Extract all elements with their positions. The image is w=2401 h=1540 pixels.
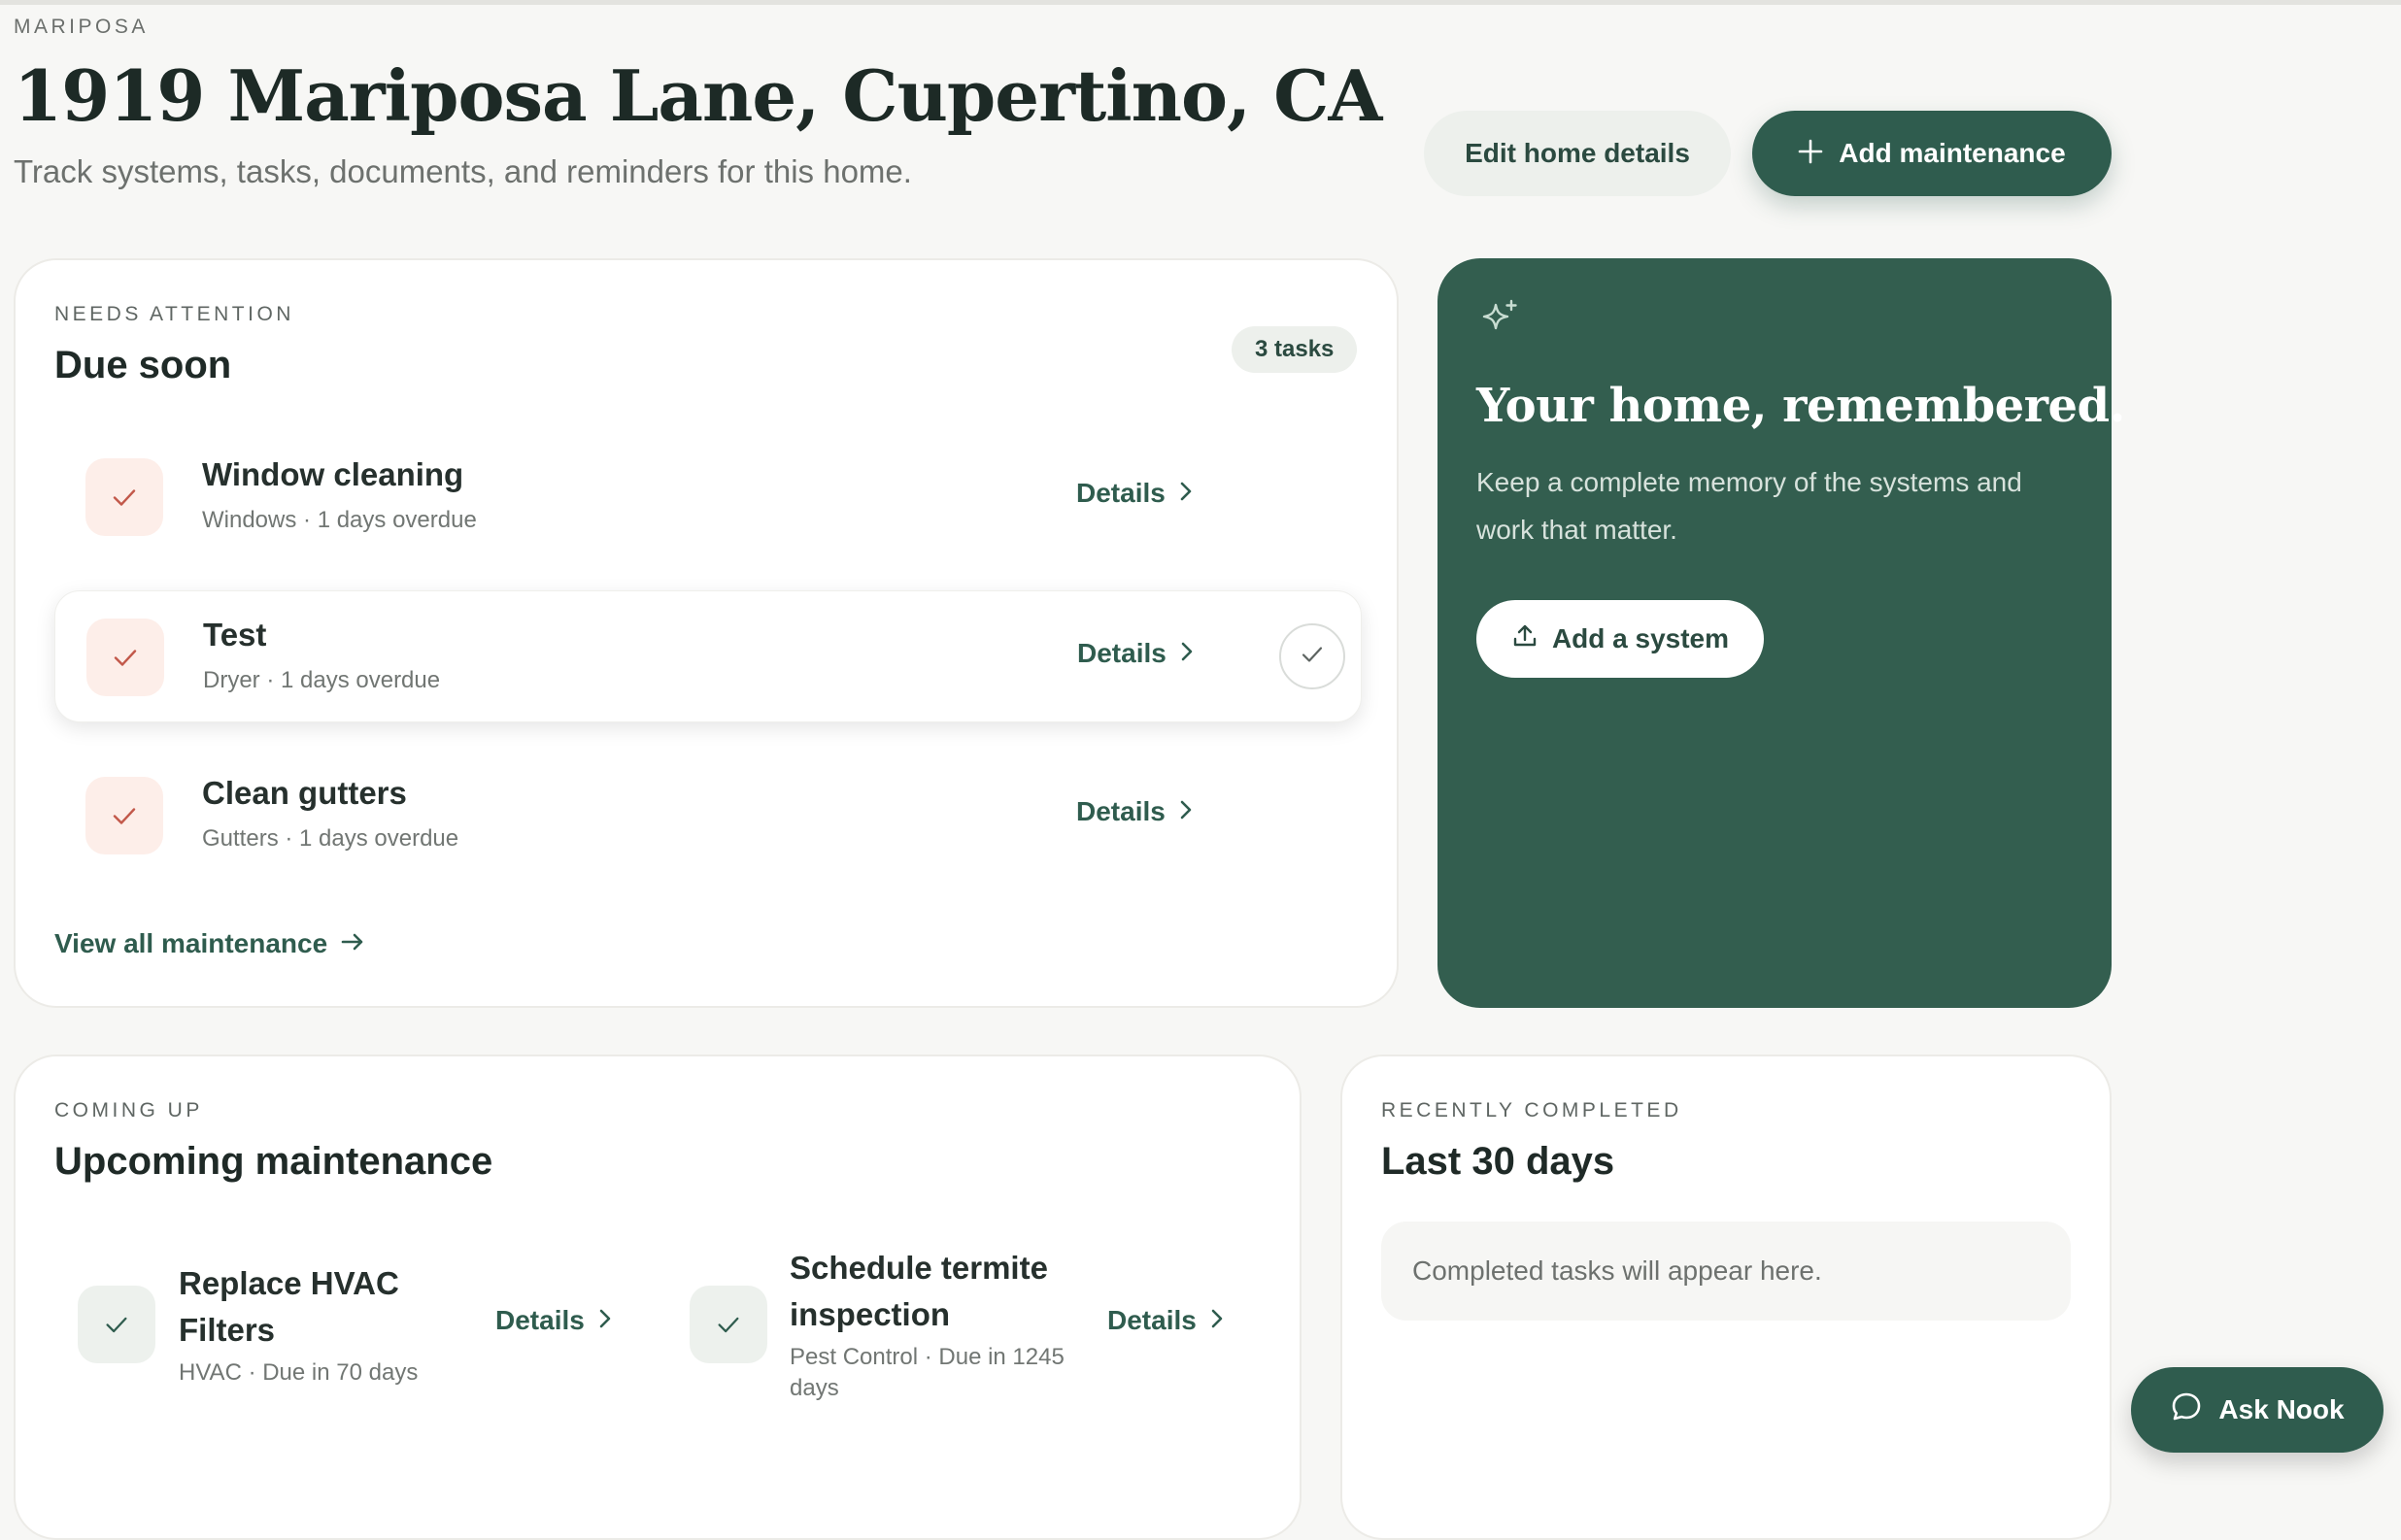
- ask-nook-button[interactable]: Ask Nook: [2131, 1367, 2384, 1453]
- due-soon-card: NEEDS ATTENTION Due soon 3 tasks Window …: [14, 258, 1399, 1008]
- empty-state-text: Completed tasks will appear here.: [1412, 1255, 1822, 1286]
- task-name: Window cleaning: [202, 456, 464, 492]
- task-row[interactable]: Test Dryer · 1 days overdue Details: [54, 590, 1362, 722]
- chat-bubble-icon: [2170, 1390, 2203, 1430]
- card-title: Due soon: [54, 344, 232, 386]
- ask-nook-label: Ask Nook: [2218, 1394, 2345, 1424]
- task-count-badge: 3 tasks: [1232, 326, 1358, 373]
- details-label: Details: [1077, 638, 1167, 668]
- check-icon: [78, 1286, 155, 1363]
- overdue-check-icon: [86, 619, 164, 696]
- chevron-right-icon: [1210, 1305, 1224, 1336]
- plus-icon: [1798, 132, 1823, 171]
- details-link[interactable]: Details: [1077, 638, 1194, 669]
- details-link[interactable]: Details: [1076, 796, 1193, 827]
- task-row[interactable]: Window cleaning Windows · 1 days overdue…: [54, 431, 1362, 563]
- sparkle-icon: [1478, 297, 1521, 345]
- card-eyebrow: RECENTLY COMPLETED: [1381, 1099, 1682, 1122]
- details-link[interactable]: Details: [495, 1305, 612, 1336]
- card-eyebrow: COMING UP: [54, 1099, 203, 1122]
- overdue-check-icon: [85, 458, 163, 536]
- card-title: Upcoming maintenance: [54, 1140, 493, 1183]
- arrow-right-icon: [341, 928, 364, 959]
- card-title: Last 30 days: [1381, 1140, 1615, 1183]
- page-subtitle: Track systems, tasks, documents, and rem…: [14, 153, 912, 189]
- chevron-right-icon: [1179, 478, 1193, 509]
- task-name: Test: [203, 617, 267, 653]
- details-label: Details: [1107, 1305, 1197, 1335]
- promo-title: Your home, remembered.: [1476, 379, 2125, 433]
- edit-home-details-button[interactable]: Edit home details: [1424, 111, 1731, 196]
- check-icon: [1300, 642, 1325, 672]
- empty-state: Completed tasks will appear here.: [1381, 1222, 2071, 1321]
- page-title: 1919 Mariposa Lane, Cupertino, CA: [14, 54, 1382, 137]
- details-label: Details: [495, 1305, 585, 1335]
- add-system-label: Add a system: [1551, 623, 1730, 653]
- chevron-right-icon: [598, 1305, 612, 1336]
- view-all-label: View all maintenance: [54, 928, 328, 958]
- add-maintenance-label: Add maintenance: [1839, 138, 2066, 168]
- overdue-check-icon: [85, 777, 163, 854]
- add-maintenance-button[interactable]: Add maintenance: [1752, 111, 2112, 196]
- details-link[interactable]: Details: [1107, 1305, 1224, 1336]
- upcoming-name: Replace HVAC Filters: [179, 1265, 399, 1348]
- task-meta: Gutters · 1 days overdue: [202, 825, 459, 852]
- task-row[interactable]: Clean gutters Gutters · 1 days overdue D…: [54, 750, 1362, 882]
- view-all-maintenance-link[interactable]: View all maintenance: [54, 928, 364, 959]
- details-link[interactable]: Details: [1076, 478, 1193, 509]
- recently-completed-card: RECENTLY COMPLETED Last 30 days Complete…: [1340, 1055, 2112, 1540]
- upcoming-maintenance-card: COMING UP Upcoming maintenance Replace H…: [14, 1055, 1302, 1540]
- home-eyebrow: MARIPOSA: [14, 16, 149, 38]
- add-system-button[interactable]: Add a system: [1476, 600, 1764, 678]
- card-eyebrow: NEEDS ATTENTION: [54, 303, 294, 325]
- task-meta: Windows · 1 days overdue: [202, 507, 477, 533]
- chevron-right-icon: [1179, 796, 1193, 827]
- promo-body: Keep a complete memory of the systems an…: [1476, 467, 2022, 545]
- upcoming-meta: Pest Control · Due in 1245 days: [790, 1344, 1065, 1401]
- task-name: Clean gutters: [202, 775, 407, 811]
- top-border: [0, 0, 2401, 5]
- details-label: Details: [1076, 478, 1166, 508]
- upcoming-meta: HVAC · Due in 70 days: [179, 1359, 419, 1386]
- edit-home-details-label: Edit home details: [1465, 138, 1690, 168]
- upcoming-name: Schedule termite inspection: [790, 1250, 1048, 1332]
- upload-icon: [1511, 622, 1539, 656]
- promo-card: Your home, remembered. Keep a complete m…: [1437, 258, 2125, 1008]
- check-icon: [690, 1286, 767, 1363]
- mark-complete-button[interactable]: [1279, 623, 1345, 689]
- task-meta: Dryer · 1 days overdue: [203, 667, 441, 693]
- chevron-right-icon: [1180, 638, 1194, 669]
- details-label: Details: [1076, 796, 1166, 826]
